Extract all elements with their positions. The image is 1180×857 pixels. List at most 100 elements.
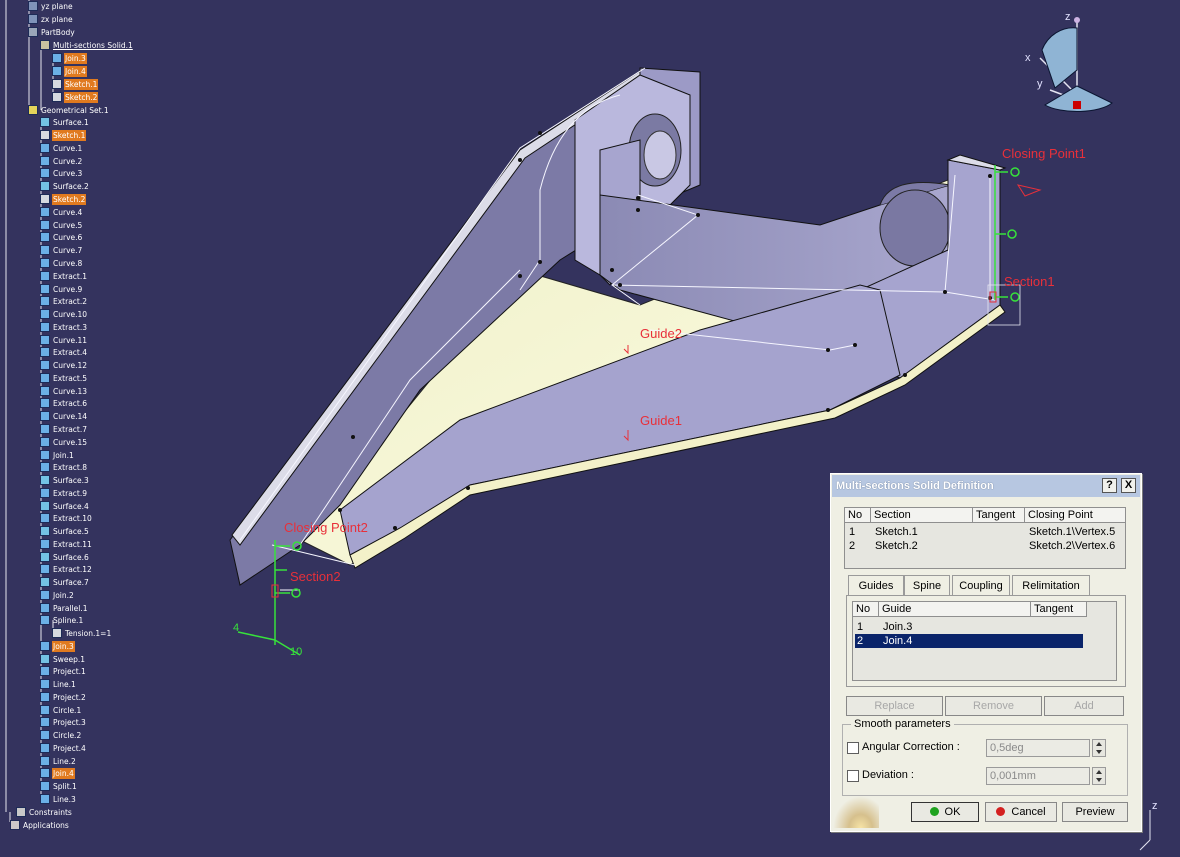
angular-correction-checkbox[interactable] — [847, 742, 859, 754]
tree-node[interactable]: Spline.1 — [40, 614, 84, 626]
tree-node[interactable]: Sweep.1 — [40, 653, 86, 665]
section-row-2-no[interactable]: 2 — [849, 539, 855, 553]
angular-correction-spinner[interactable] — [1092, 739, 1106, 757]
tree-node[interactable]: Split.1 — [40, 780, 78, 792]
tree-node[interactable]: Extract.7 — [40, 423, 88, 435]
add-button[interactable]: Add — [1044, 696, 1124, 716]
tree-node[interactable]: Curve.4 — [40, 206, 83, 218]
tree-node[interactable]: Parallel.1 — [40, 602, 88, 614]
tree-node[interactable]: Sketch.1 — [40, 129, 87, 141]
col-header-tangent[interactable]: Tangent — [973, 508, 1025, 523]
tree-node[interactable]: Extract.4 — [40, 346, 88, 358]
ok-button[interactable]: OK — [911, 802, 979, 822]
section-row-1-closing[interactable]: Sketch.1\Vertex.5 — [1029, 525, 1115, 539]
tree-node[interactable]: Extract.11 — [40, 538, 93, 550]
tree-node[interactable]: Curve.11 — [40, 334, 88, 346]
tree-node[interactable]: Sketch.1 — [52, 78, 99, 90]
tree-node[interactable]: Constraints — [16, 806, 73, 818]
guide-row-2-no[interactable]: 2 — [857, 634, 863, 648]
tree-node[interactable]: Applications — [10, 819, 70, 831]
col-header-guide-no[interactable]: No — [853, 602, 879, 617]
tree-node[interactable]: Project.1 — [40, 665, 87, 677]
tree-node[interactable]: Surface.2 — [40, 180, 90, 192]
deviation-field[interactable]: 0,001mm — [986, 767, 1090, 785]
sections-table[interactable]: No Section Tangent Closing Point 1 Sketc… — [844, 507, 1126, 569]
tree-node[interactable]: Join.2 — [40, 589, 75, 601]
tree-node[interactable]: Extract.5 — [40, 372, 88, 384]
tree-node[interactable]: Line.2 — [40, 755, 77, 767]
col-header-section[interactable]: Section — [871, 508, 973, 523]
dialog-title-bar[interactable]: Multi-sections Solid Definition ? X — [832, 475, 1140, 497]
tree-node[interactable]: Extract.1 — [40, 270, 88, 282]
specification-tree[interactable]: yz plane zx plane PartBody Multi-sections S… — [0, 0, 170, 857]
help-button[interactable]: ? — [1102, 478, 1117, 493]
tree-node[interactable]: Extract.8 — [40, 461, 88, 473]
section-row-2-name[interactable]: Sketch.2 — [875, 539, 918, 553]
close-button[interactable]: X — [1121, 478, 1136, 493]
tree-node[interactable]: Join.4 — [40, 767, 75, 779]
tree-node[interactable]: Line.3 — [40, 793, 77, 805]
tree-node[interactable]: Line.1 — [40, 678, 77, 690]
tree-node[interactable]: zx plane — [28, 13, 74, 25]
tree-node[interactable]: Sketch.2 — [52, 91, 99, 103]
tree-node[interactable]: Curve.8 — [40, 257, 83, 269]
deviation-spinner[interactable] — [1092, 767, 1106, 785]
tree-node[interactable]: Curve.13 — [40, 385, 88, 397]
tree-node[interactable]: Curve.15 — [40, 436, 88, 448]
tree-node[interactable]: Sketch.2 — [40, 193, 87, 205]
section-row-1-no[interactable]: 1 — [849, 525, 855, 539]
tree-node[interactable]: Join.1 — [40, 449, 75, 461]
guide-row-2-name[interactable]: Join.4 — [883, 634, 912, 648]
tree-node[interactable]: Extract.3 — [40, 321, 88, 333]
angular-correction-field[interactable]: 0,5deg — [986, 739, 1090, 757]
tree-node[interactable]: Curve.6 — [40, 231, 83, 243]
col-header-closing-point[interactable]: Closing Point — [1025, 508, 1125, 523]
tree-node[interactable]: Curve.5 — [40, 219, 83, 231]
preview-button[interactable]: Preview — [1062, 802, 1128, 822]
replace-button[interactable]: Replace — [846, 696, 943, 716]
col-header-no[interactable]: No — [845, 508, 871, 523]
tree-node[interactable]: Curve.10 — [40, 308, 88, 320]
tab-coupling[interactable]: Coupling — [952, 575, 1010, 595]
tree-node[interactable]: Join.3 — [52, 52, 87, 64]
remove-button[interactable]: Remove — [945, 696, 1042, 716]
compass[interactable] — [1039, 17, 1113, 112]
tree-node[interactable]: yz plane — [28, 0, 74, 12]
tree-node[interactable]: Extract.12 — [40, 563, 93, 575]
tree-node[interactable]: Curve.3 — [40, 167, 83, 179]
cancel-button[interactable]: Cancel — [985, 802, 1057, 822]
tree-node[interactable]: Extract.9 — [40, 487, 88, 499]
tree-node[interactable]: Circle.2 — [40, 729, 82, 741]
tree-node[interactable]: Surface.5 — [40, 525, 90, 537]
tree-node[interactable]: Surface.3 — [40, 474, 90, 486]
tree-node[interactable]: Curve.2 — [40, 155, 83, 167]
guide-row-1-no[interactable]: 1 — [857, 620, 863, 634]
tree-node[interactable]: PartBody — [28, 26, 76, 38]
tab-spine[interactable]: Spine — [904, 575, 950, 595]
tree-node[interactable]: Circle.1 — [40, 704, 82, 716]
tab-relimitation[interactable]: Relimitation — [1012, 575, 1090, 595]
tree-node[interactable]: Tension.1=1 — [52, 627, 112, 639]
tree-node[interactable]: Geometrical Set.1 — [28, 104, 110, 116]
guide-row-1-name[interactable]: Join.3 — [883, 620, 912, 634]
tree-node[interactable]: Project.2 — [40, 691, 87, 703]
tree-node[interactable]: Surface.4 — [40, 500, 90, 512]
tree-node[interactable]: Surface.6 — [40, 551, 90, 563]
col-header-guide[interactable]: Guide — [879, 602, 1031, 617]
col-header-guide-tangent[interactable]: Tangent — [1031, 602, 1087, 617]
tree-node[interactable]: Surface.1 — [40, 116, 90, 128]
tab-guides[interactable]: Guides — [848, 575, 904, 595]
tree-node[interactable]: Project.4 — [40, 742, 87, 754]
tree-node[interactable]: Curve.12 — [40, 359, 88, 371]
tree-node[interactable]: Extract.6 — [40, 397, 88, 409]
guides-table[interactable]: No Guide Tangent 1 Join.3 2 Join.4 — [852, 601, 1117, 681]
section-row-2-closing[interactable]: Sketch.2\Vertex.6 — [1029, 539, 1115, 553]
tree-node[interactable]: Extract.10 — [40, 512, 93, 524]
section-row-1-name[interactable]: Sketch.1 — [875, 525, 918, 539]
tree-node[interactable]: Project.3 — [40, 716, 87, 728]
tree-node[interactable]: Curve.9 — [40, 283, 83, 295]
tree-node[interactable]: Surface.7 — [40, 576, 90, 588]
deviation-checkbox[interactable] — [847, 770, 859, 782]
tree-node[interactable]: Join.3 — [40, 640, 75, 652]
tree-node[interactable]: Extract.2 — [40, 295, 88, 307]
